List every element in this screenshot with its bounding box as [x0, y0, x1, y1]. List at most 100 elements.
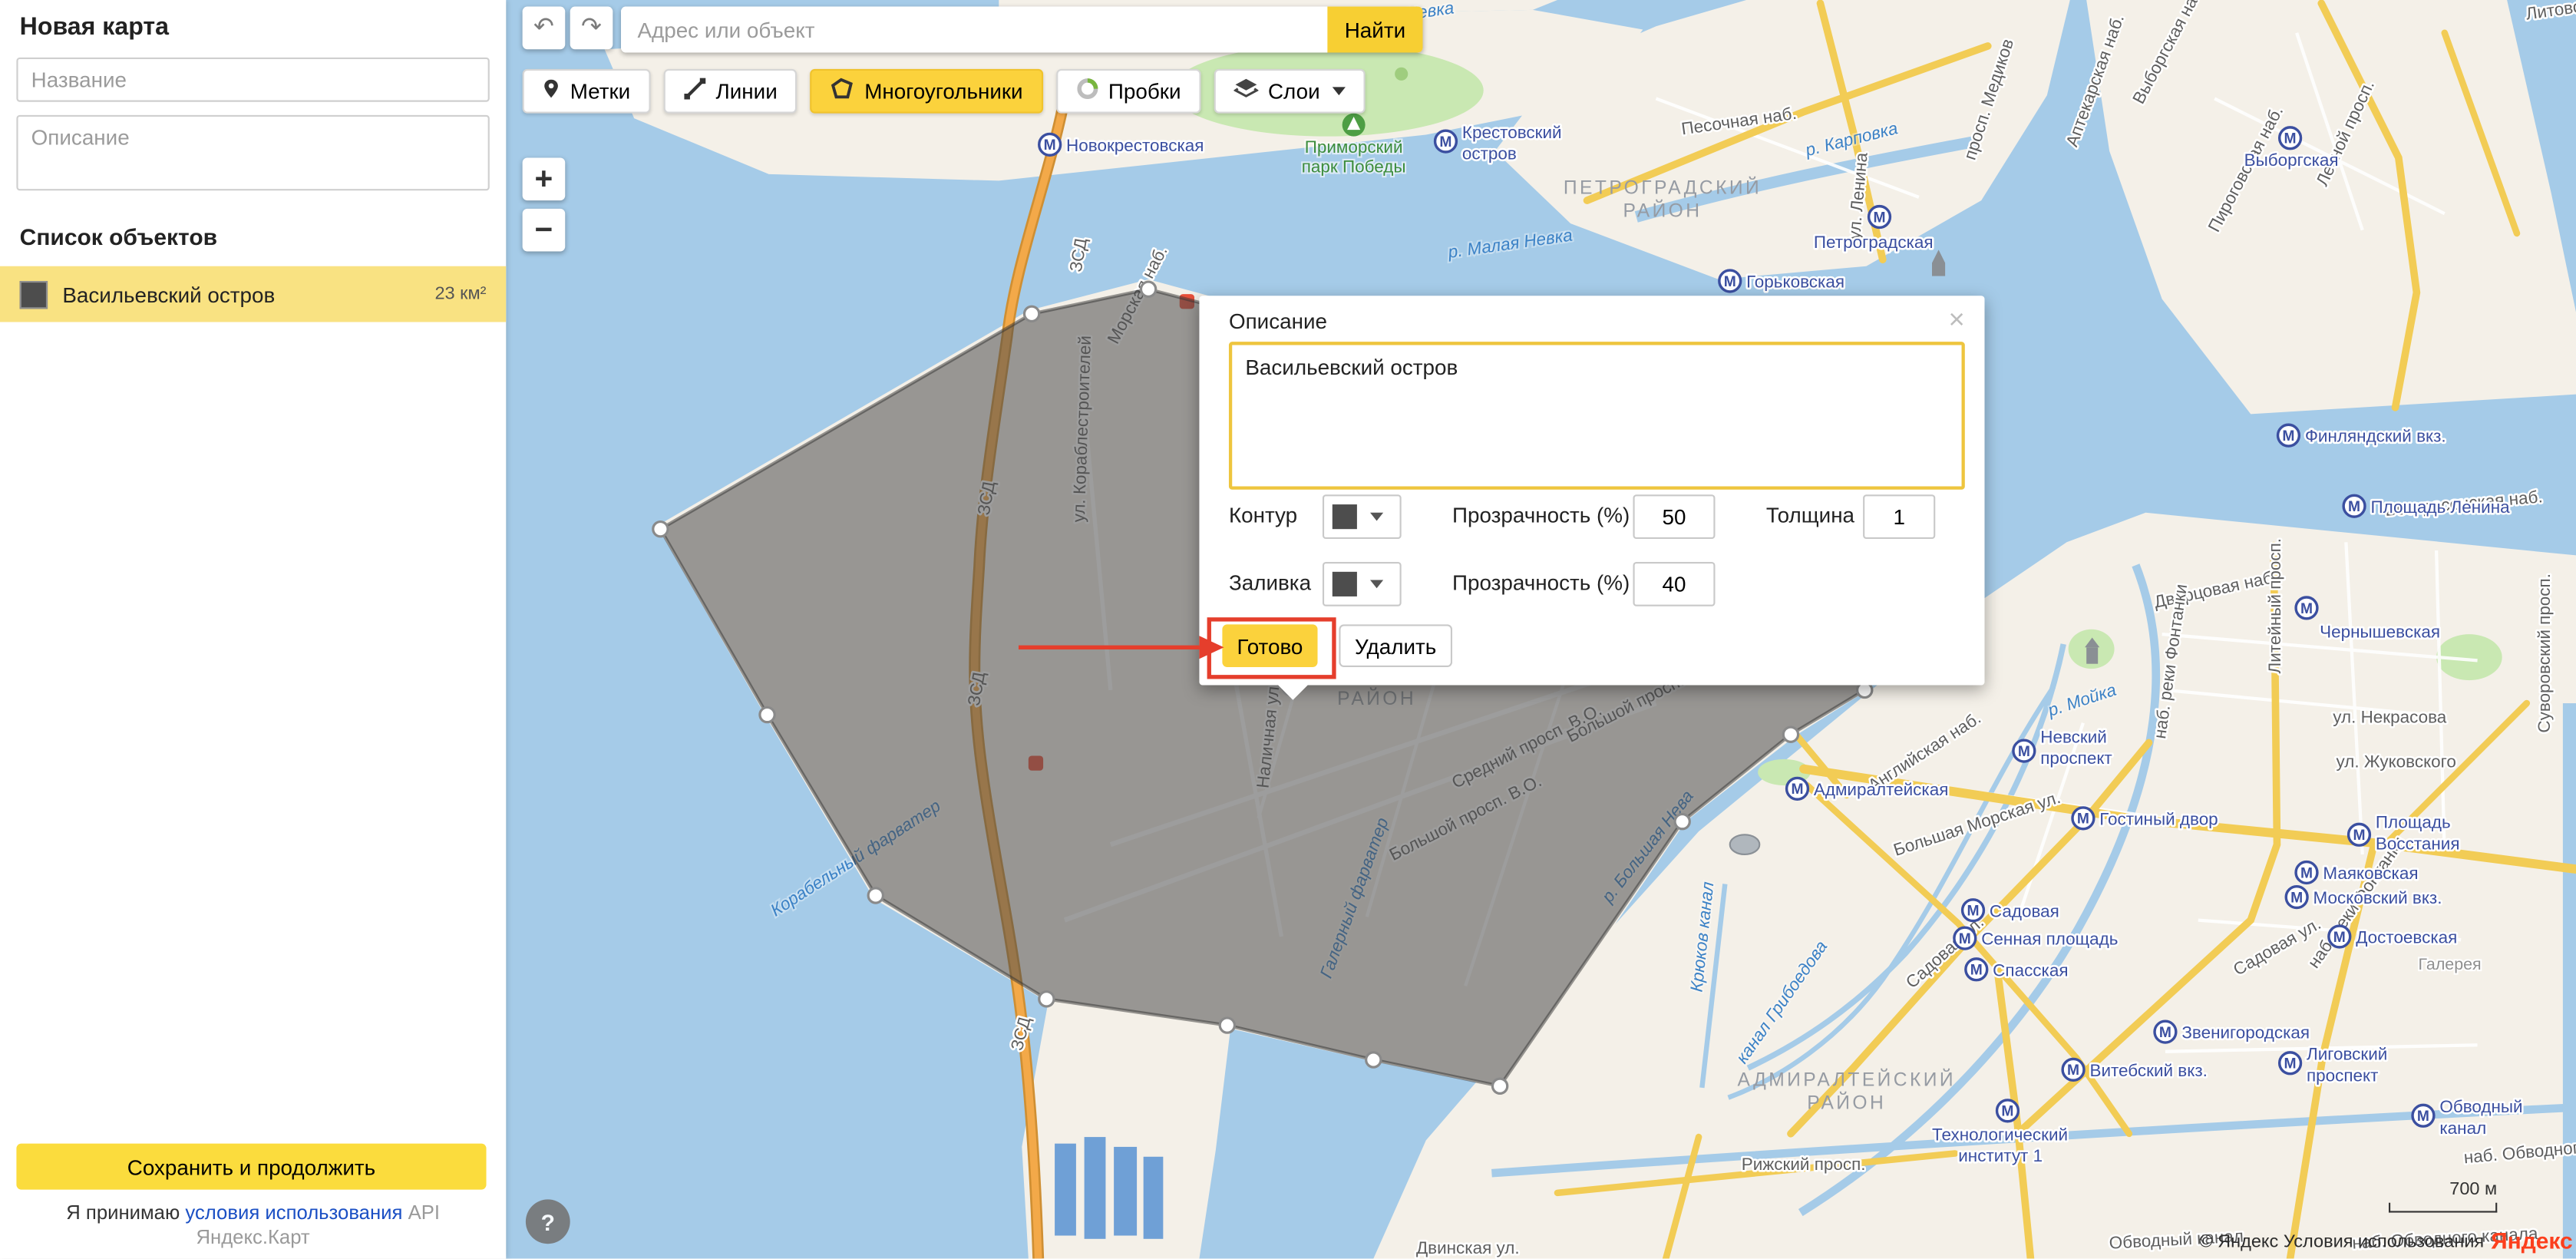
tool-label: Метки — [570, 79, 631, 104]
undo-button[interactable]: ↶ — [523, 7, 566, 50]
tool-layers[interactable]: Слои — [1214, 69, 1366, 114]
polygon-vertex-handle[interactable] — [1492, 1079, 1507, 1093]
metro-label: канал — [2439, 1119, 2486, 1138]
outline-opacity-label: Прозрачность (%) — [1452, 503, 1630, 527]
metro-icon-letter: М — [2348, 499, 2360, 515]
map-attribution: © Яндекс Условия использования — [2199, 1232, 2484, 1252]
outline-label: Контур — [1229, 503, 1297, 527]
terms-footer: Я принимаю условия использования API Янд… — [0, 1201, 506, 1251]
save-continue-button[interactable]: Сохранить и продолжить — [16, 1144, 486, 1190]
search-button[interactable]: Найти — [1327, 7, 1422, 53]
metro-label: Восстания — [2376, 834, 2460, 854]
layers-icon — [1234, 78, 1258, 105]
fill-opacity-label: Прозрачность (%) — [1452, 570, 1630, 595]
tool-lines[interactable]: Линии — [663, 69, 797, 114]
map-label: ул. Некрасова — [2333, 708, 2447, 727]
polygon-vertex-handle[interactable] — [1366, 1052, 1381, 1067]
terms-of-use-link[interactable]: Условия использования — [2284, 1232, 2484, 1252]
map-label: парк Победы — [1302, 157, 1406, 177]
map-label: Галерея — [2419, 955, 2482, 973]
metro-icon-letter: М — [2300, 601, 2313, 617]
metro-icon-letter: М — [2353, 828, 2365, 844]
fill-color-dropdown[interactable] — [1323, 562, 1402, 606]
polygon-icon — [830, 78, 854, 105]
fill-opacity-input[interactable] — [1633, 562, 1715, 606]
polygon-vertex-handle[interactable] — [868, 888, 883, 903]
polygon-vertex-handle[interactable] — [1675, 815, 1689, 829]
pin-icon — [542, 78, 560, 105]
metro-label: институт 1 — [1958, 1146, 2043, 1165]
metro-icon-letter: М — [2300, 865, 2313, 881]
map-label: ул. Жуковского — [2337, 752, 2456, 772]
redo-button[interactable]: ↷ — [570, 7, 613, 50]
outline-opacity-input[interactable] — [1633, 494, 1715, 539]
polygon-vertex-handle[interactable] — [1141, 282, 1155, 296]
metro-icon-letter: М — [2284, 1056, 2297, 1072]
polygon-vertex-handle[interactable] — [1024, 306, 1039, 321]
delete-button[interactable]: Удалить — [1339, 624, 1452, 667]
chevron-down-icon — [1370, 513, 1383, 521]
zoom-in-button[interactable]: + — [523, 157, 566, 200]
object-color-swatch — [20, 280, 48, 308]
page-title: Новая карта — [20, 13, 487, 41]
tool-label: Слои — [1268, 79, 1320, 104]
metro-label: Лиговский — [2307, 1045, 2387, 1064]
help-button[interactable]: ? — [526, 1199, 570, 1244]
fortress-icon — [1932, 263, 1945, 276]
metro-icon-letter: М — [1791, 782, 1803, 798]
metro-icon-letter: М — [1724, 274, 1736, 290]
metro-icon-letter: М — [2282, 428, 2294, 444]
fill-color-swatch — [1333, 572, 1357, 596]
terms-link[interactable]: условия использования — [185, 1201, 402, 1224]
metro-label: Сенная площадь — [1981, 930, 2118, 949]
map-label: Рижский просп. — [1742, 1155, 1866, 1174]
done-button[interactable]: Готово — [1222, 624, 1317, 667]
tool-label: Многоугольники — [864, 79, 1022, 104]
map-label: Суворовский просп. — [2535, 573, 2554, 733]
metro-icon-letter: М — [1959, 931, 1971, 947]
metro-icon-letter: М — [1970, 963, 1983, 979]
metro-label: Финляндский вкз. — [2305, 427, 2446, 446]
metro-station: МДостоевская — [2329, 926, 2457, 947]
map-label: Приморский — [1305, 137, 1403, 157]
metro-label: Технологический — [1932, 1125, 2068, 1144]
tool-label: Пробки — [1108, 79, 1181, 104]
metro-icon-letter: М — [1967, 904, 1979, 920]
object-list-item[interactable]: Васильевский остров 23 км² — [0, 266, 506, 322]
outline-color-swatch — [1333, 504, 1357, 529]
metro-icon-letter: М — [2284, 131, 2297, 147]
dialog-title: Описание — [1229, 309, 1327, 333]
metro-label: Обводный — [2439, 1097, 2522, 1116]
map-description-input[interactable] — [16, 115, 489, 190]
tool-placemarks[interactable]: Метки — [523, 69, 650, 114]
zoom-out-button[interactable]: − — [523, 209, 566, 252]
objects-heading: Список объектов — [20, 223, 487, 249]
terms-suffix: API — [408, 1201, 440, 1224]
polygon-edit-dialog: Описание × Васильевский остров Контур Пр… — [1199, 296, 1984, 685]
polygon-vertex-handle[interactable] — [1220, 1018, 1234, 1033]
outline-color-dropdown[interactable] — [1323, 494, 1402, 539]
thickness-input[interactable] — [1863, 494, 1935, 539]
polygon-vertex-handle[interactable] — [760, 707, 774, 722]
metro-icon-letter: М — [2077, 811, 2089, 828]
polygon-vertex-handle[interactable] — [1783, 727, 1798, 742]
metro-icon-letter: М — [2067, 1062, 2079, 1079]
search-input[interactable] — [621, 7, 1327, 53]
tools-toolbar: Метки Линии Многоугольники Пробки — [523, 69, 1366, 114]
tool-label: Линии — [716, 79, 778, 104]
map-name-input[interactable] — [16, 58, 489, 102]
tool-traffic[interactable]: Пробки — [1055, 69, 1200, 114]
map-canvas[interactable]: Морская наб.ул. КораблестроителейНалична… — [506, 0, 2576, 1258]
polygon-vertex-handle[interactable] — [653, 522, 668, 537]
chevron-down-icon — [1370, 580, 1383, 589]
metro-label: Петроградская — [1814, 233, 1934, 252]
map-label: ПЕТРОГРАДСКИЙ — [1564, 177, 1762, 199]
scale-label: 700 м — [2449, 1180, 2497, 1200]
polygon-description-input[interactable]: Васильевский остров — [1229, 342, 1965, 490]
thickness-label: Толщина — [1766, 503, 1854, 527]
close-icon[interactable]: × — [1945, 302, 1968, 337]
metro-icon-letter: М — [2001, 1104, 2013, 1120]
tool-polygons[interactable]: Многоугольники — [811, 69, 1043, 114]
map-scale: 700 м — [2389, 1180, 2497, 1213]
polygon-vertex-handle[interactable] — [1039, 992, 1054, 1006]
